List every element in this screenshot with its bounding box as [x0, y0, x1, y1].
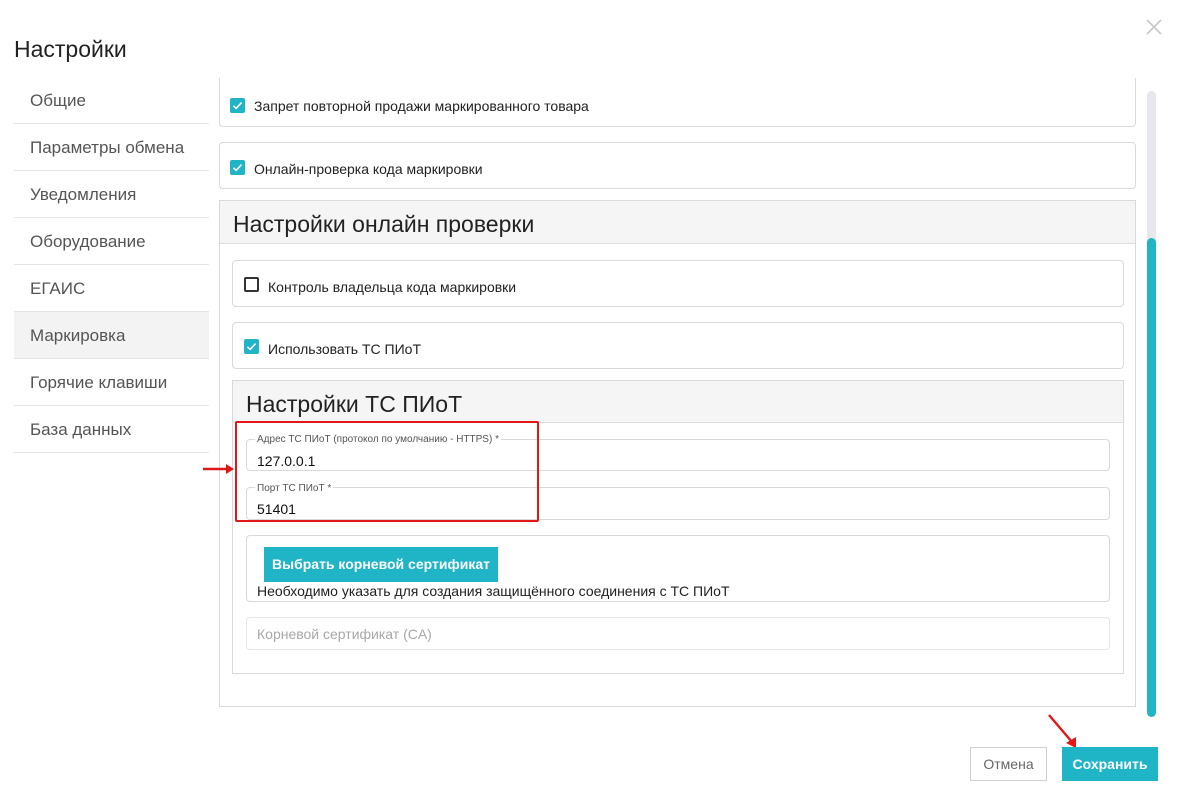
highlight-box [235, 421, 539, 522]
sidebar-item-equipment[interactable]: Оборудование [14, 218, 209, 265]
sidebar-item-hotkeys[interactable]: Горячие клавиши [14, 359, 209, 406]
sidebar-item-notifications[interactable]: Уведомления [14, 171, 209, 218]
option-label: Использовать ТС ПИоТ [268, 341, 422, 357]
root-cert-field[interactable]: Корневой сертификат (CA) [246, 617, 1110, 650]
sidebar-item-database[interactable]: База данных [14, 406, 209, 453]
option-card-resale-ban: Запрет повторной продажи маркированного … [219, 78, 1136, 127]
option-card-owner-control: Контроль владельца кода маркировки [232, 260, 1124, 307]
option-card-online-check: Онлайн-проверка кода маркировки [219, 142, 1136, 189]
scrollbar-thumb[interactable] [1147, 238, 1156, 717]
check-icon [232, 102, 243, 110]
save-button[interactable]: Сохранить [1062, 747, 1158, 781]
check-icon [232, 164, 243, 172]
select-root-cert-button[interactable]: Выбрать корневой сертификат [264, 547, 498, 582]
settings-sidebar: Общие Параметры обмена Уведомления Обору… [14, 77, 209, 453]
checkbox-use-piot[interactable] [244, 339, 259, 354]
dialog-title: Настройки [14, 36, 127, 62]
sidebar-item-general[interactable]: Общие [14, 77, 209, 124]
sidebar-item-egais[interactable]: ЕГАИС [14, 265, 209, 312]
close-icon[interactable] [1143, 16, 1165, 38]
sidebar-item-marking[interactable]: Маркировка [14, 312, 209, 359]
option-label: Онлайн-проверка кода маркировки [254, 161, 483, 177]
piot-settings-header: Настройки ТС ПИоТ [233, 381, 1123, 423]
piot-settings-title: Настройки ТС ПИоТ [246, 391, 463, 417]
option-label: Запрет повторной продажи маркированного … [254, 98, 589, 114]
option-label: Контроль владельца кода маркировки [268, 279, 517, 295]
online-check-header: Настройки онлайн проверки [220, 201, 1135, 244]
check-icon [246, 343, 257, 351]
option-card-use-piot: Использовать ТС ПИоТ [232, 322, 1124, 369]
cancel-button[interactable]: Отмена [970, 747, 1047, 781]
root-cert-card: Выбрать корневой сертификат Необходимо у… [246, 535, 1110, 602]
checkbox-owner-control[interactable] [244, 277, 259, 292]
sidebar-item-exchange[interactable]: Параметры обмена [14, 124, 209, 171]
checkbox-resale-ban[interactable] [230, 98, 245, 113]
root-cert-hint: Необходимо указать для создания защищённ… [257, 583, 730, 599]
root-cert-placeholder: Корневой сертификат (CA) [257, 626, 432, 642]
arrow-right-icon [202, 462, 236, 476]
arrow-down-right-icon [1046, 712, 1080, 750]
online-check-title: Настройки онлайн проверки [233, 211, 535, 237]
checkbox-online-check[interactable] [230, 160, 245, 175]
